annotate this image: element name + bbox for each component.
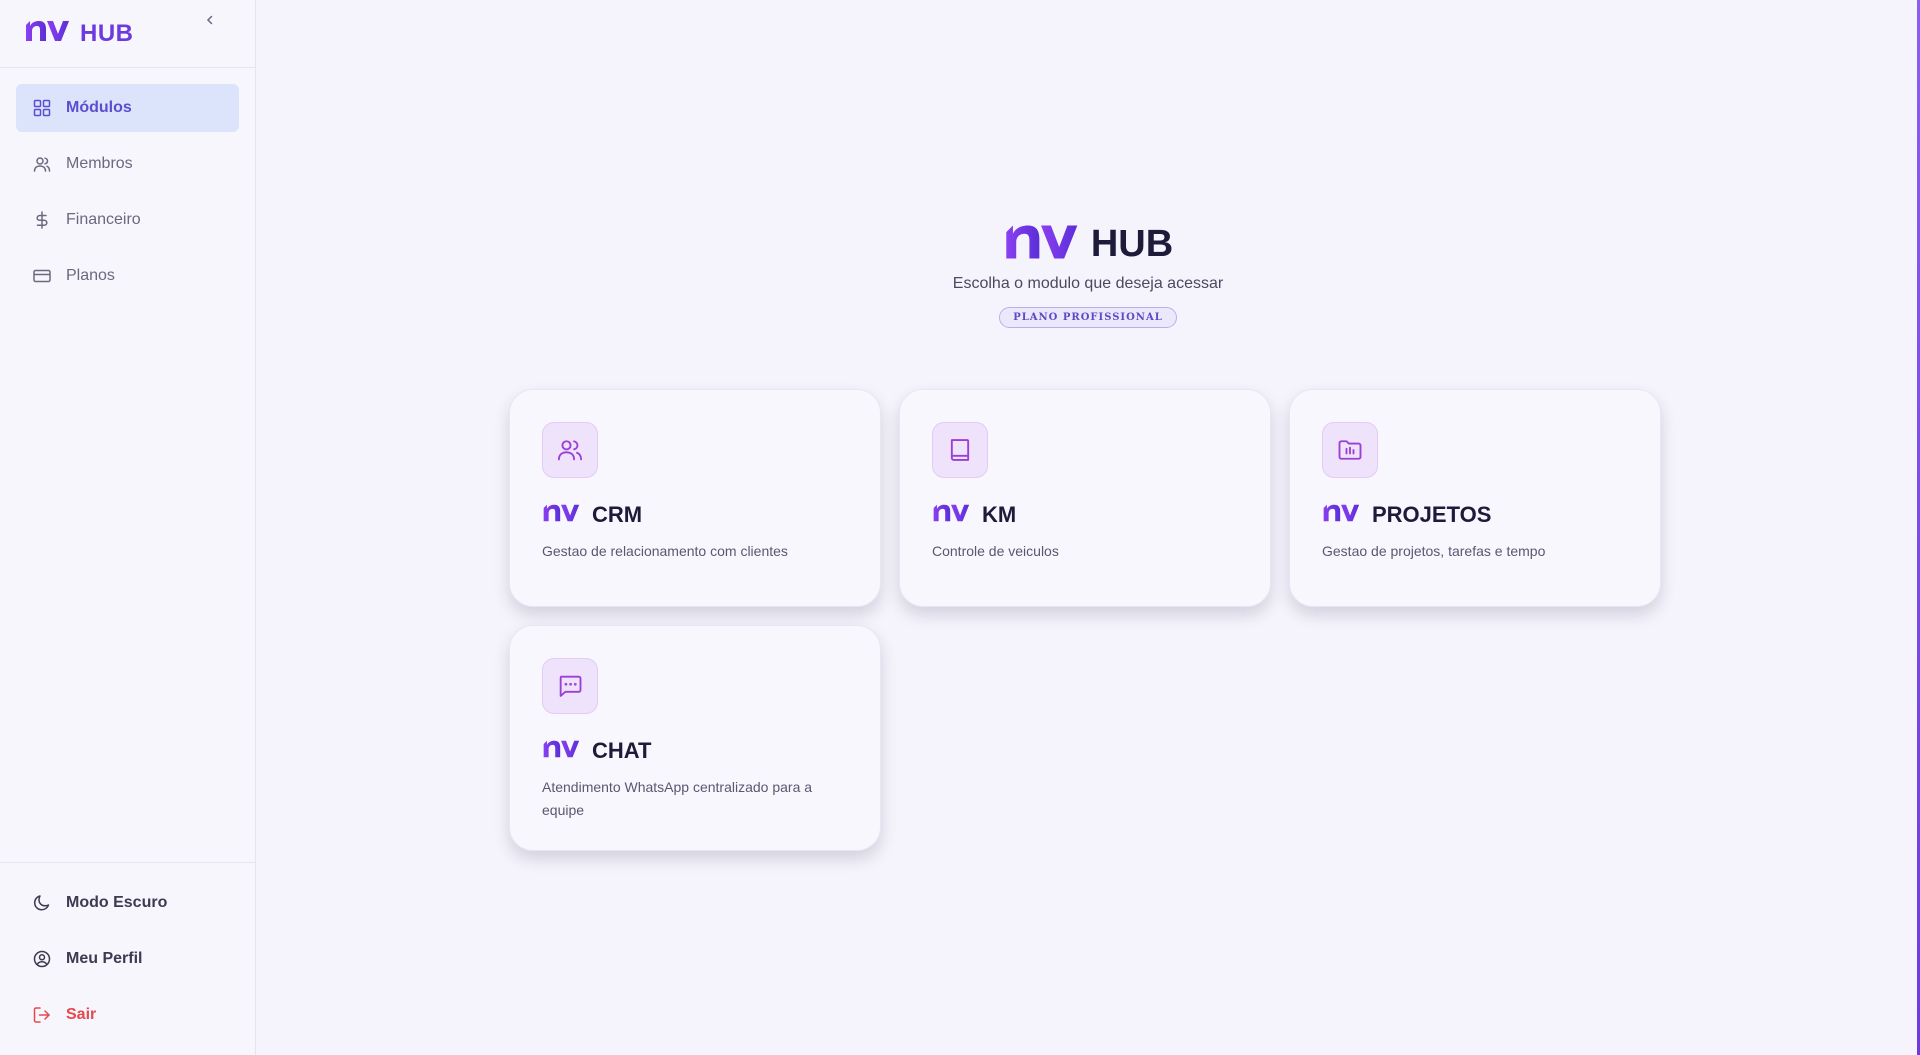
nv-logo [932, 503, 970, 528]
sidebar-item-label: Financeiro [66, 211, 141, 228]
chevron-left-icon [206, 15, 213, 25]
module-description: Controle de veiculos [932, 543, 1059, 559]
sidebar-item-label: Sair [66, 1006, 97, 1023]
users-icon [32, 154, 52, 174]
credit-card-icon [32, 266, 52, 286]
module-name: CRM [592, 502, 643, 527]
sidebar-item-label: Planos [66, 267, 115, 284]
moon-icon [32, 893, 52, 913]
module-name: KM [982, 502, 1017, 527]
card-title: CHAT [542, 738, 848, 764]
sidebar-item-label: Meu Perfil [66, 950, 143, 967]
users-icon [542, 422, 598, 478]
module-card-chat[interactable]: CHAT Atendimento WhatsApp centralizado p… [509, 625, 881, 851]
card-title: PROJETOS [1322, 502, 1628, 528]
hero-brand: HUB [1090, 223, 1174, 265]
nv-logo [542, 739, 580, 764]
book-icon [932, 422, 988, 478]
card-title: CRM [542, 502, 848, 528]
module-description: Gestao de relacionamento com clientes [542, 543, 788, 559]
sidebar-nav: Módulos Membros Financeiro Planos [0, 68, 255, 324]
module-description: Gestao de projetos, tarefas e tempo [1322, 543, 1546, 559]
nv-logo [1003, 222, 1079, 267]
nv-logo [24, 19, 70, 48]
folder-chart-icon [1322, 422, 1378, 478]
card-title: KM [932, 502, 1238, 528]
sidebar-brand: HUB [80, 19, 134, 47]
module-card-km[interactable]: KM Controle de veiculos [899, 389, 1271, 607]
user-circle-icon [32, 949, 52, 969]
hero-subtitle: Escolha o modulo que deseja acessar [952, 275, 1224, 292]
module-card-projetos[interactable]: PROJETOS Gestao de projetos, tarefas e t… [1289, 389, 1661, 607]
dark-mode-toggle[interactable]: Modo Escuro [16, 879, 240, 927]
sidebar-footer: Modo Escuro Meu Perfil Sair [0, 862, 256, 1055]
plan-badge: PLANO PROFISSIONAL [999, 307, 1177, 328]
logout-button[interactable]: Sair [16, 991, 240, 1039]
message-icon [542, 658, 598, 714]
module-name: PROJETOS [1372, 502, 1492, 527]
sidebar-item-modulos[interactable]: Módulos [16, 84, 239, 132]
sidebar-item-label: Módulos [66, 99, 132, 116]
sidebar: HUB Módulos Membros Financeiro Planos Mo… [0, 0, 256, 1055]
sidebar-item-membros[interactable]: Membros [16, 140, 239, 188]
hero-title: HUB [1003, 222, 1173, 267]
nv-logo [1322, 503, 1360, 528]
main-content: HUB Escolha o modulo que deseja acessar … [256, 0, 1920, 1055]
dollar-icon [32, 210, 52, 230]
collapse-sidebar-button[interactable] [200, 10, 220, 30]
logout-icon [32, 1005, 52, 1025]
sidebar-item-label: Modo Escuro [66, 894, 168, 911]
module-name: CHAT [592, 738, 652, 763]
module-description: Atendimento WhatsApp centralizado para a… [542, 779, 813, 818]
nv-logo [542, 503, 580, 528]
sidebar-item-planos[interactable]: Planos [16, 252, 239, 300]
profile-link[interactable]: Meu Perfil [16, 935, 240, 983]
sidebar-item-label: Membros [66, 155, 133, 172]
sidebar-header: HUB [0, 0, 255, 68]
grid-icon [32, 98, 52, 118]
hero: HUB Escolha o modulo que deseja acessar … [256, 222, 1920, 328]
module-card-crm[interactable]: CRM Gestao de relacionamento com cliente… [509, 389, 881, 607]
sidebar-item-financeiro[interactable]: Financeiro [16, 196, 239, 244]
